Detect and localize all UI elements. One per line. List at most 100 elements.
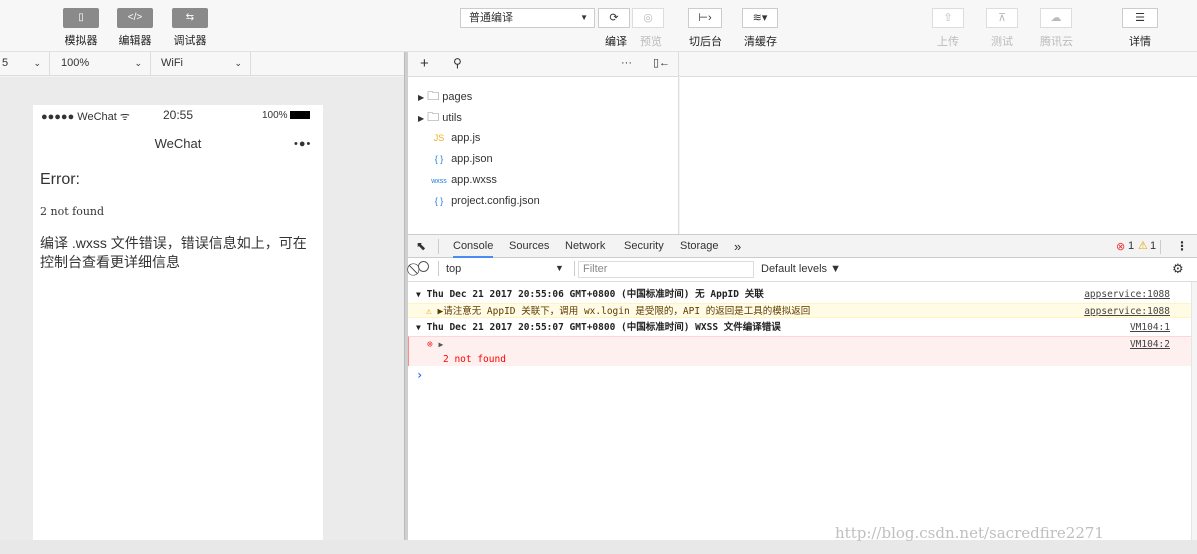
preview-label: 预览 [640, 36, 662, 48]
scrollbar[interactable] [1191, 282, 1197, 540]
switch-background-icon: ⊢› [698, 12, 712, 24]
simulator-label: 模拟器 [64, 35, 98, 47]
console-group-2[interactable]: ▼ Thu Dec 21 2017 20:55:07 GMT+0800 (中国标… [408, 320, 1192, 335]
collapse-panel-icon[interactable]: ▯← [653, 56, 670, 69]
error-code: 2 not found [40, 205, 105, 218]
tab-storage[interactable]: Storage [680, 235, 719, 258]
file-app-js[interactable]: JS app.js [430, 128, 481, 148]
console-group-1[interactable]: ▼ Thu Dec 21 2017 20:55:06 GMT+0800 (中国标… [408, 287, 1192, 302]
error-count[interactable]: 1 [1128, 240, 1134, 252]
caret-right-icon: ▶ [418, 93, 425, 102]
more-icon[interactable]: ··· [621, 57, 632, 69]
json-file-icon: { } [434, 154, 444, 164]
wifi-icon: ᯤ [119, 111, 130, 123]
eye-icon: ◎ [643, 12, 653, 24]
upload-icon: ⇧ [943, 12, 953, 24]
device-select[interactable]: 5 ⌄ [0, 52, 50, 75]
source-link[interactable]: appservice:1088 [1084, 287, 1170, 302]
console-error[interactable]: ⊗ ▶ 2 not found VM104:2 [408, 336, 1192, 366]
caret-down-icon[interactable]: ▼ [555, 263, 564, 273]
background-button[interactable]: ⊢› [688, 8, 722, 28]
tab-console[interactable]: Console [453, 235, 494, 258]
simulator-button[interactable]: ▯ 模拟器 [56, 8, 106, 48]
phone-screen: ●●●●● WeChat ᯤ 20:55 100% WeChat •●• Err… [33, 105, 323, 540]
source-link[interactable]: appservice:1088 [1084, 304, 1170, 319]
tab-network[interactable]: Network [565, 235, 605, 258]
error-icon: ⊗ [427, 339, 433, 350]
add-icon[interactable]: + [420, 55, 429, 72]
simulator-area: ●●●●● WeChat ᯤ 20:55 100% WeChat •●• Err… [0, 77, 404, 540]
chevron-down-icon: ⌄ [234, 58, 242, 68]
error-message: 编译 .wxss 文件错误，错误信息如上，可在控制台查看更详细信息 [40, 235, 307, 270]
wxss-file-icon: wxss [431, 178, 447, 185]
source-link[interactable]: VM104:1 [1130, 320, 1170, 335]
details-label: 详情 [1129, 36, 1151, 48]
flask-icon: ⊼ [997, 12, 1007, 24]
group-title: Thu Dec 21 2017 20:55:07 GMT+0800 (中国标准时… [426, 322, 781, 333]
search-icon[interactable]: ⚲ [453, 56, 462, 70]
tab-sources[interactable]: Sources [509, 235, 549, 258]
file-app-json[interactable]: { } app.json [430, 149, 493, 169]
block-icon[interactable] [418, 261, 429, 272]
gear-icon[interactable]: ⚙ [1172, 261, 1184, 277]
zoom-select[interactable]: 100% ⌄ [50, 52, 151, 75]
details-button[interactable]: ☰ [1122, 8, 1158, 28]
error-count-icon: ⊗ [1116, 241, 1126, 253]
devtools-tabbar: ⬉ Console Sources Network Security Stora… [408, 234, 1197, 258]
divider [1160, 240, 1161, 254]
error-text: 2 not found [443, 354, 506, 365]
chevron-down-icon: ▼ [580, 13, 588, 22]
compile-button[interactable]: ⟳ [598, 8, 630, 28]
file-app-wxss[interactable]: wxss app.wxss [430, 170, 497, 190]
folder-pages[interactable]: ▶ 🗀 pages [418, 86, 472, 106]
status-carrier: ●●●●● WeChat ᯤ [41, 109, 130, 124]
more-tabs-icon[interactable]: » [734, 235, 741, 258]
tencent-cloud-button[interactable]: ☁ [1040, 8, 1072, 28]
editor-button[interactable]: </> 编辑器 [110, 8, 160, 48]
file-name: utils [442, 112, 462, 124]
inspect-icon[interactable]: ⬉ [416, 239, 426, 253]
caret-down-icon: ▼ [416, 290, 421, 299]
source-link[interactable]: VM104:2 [1130, 337, 1170, 352]
menu-icon: ☰ [1135, 12, 1145, 24]
warning-count[interactable]: 1 [1150, 240, 1156, 252]
expand-icon[interactable]: ▶ [438, 340, 443, 349]
filter-input[interactable]: Filter [578, 261, 754, 278]
compile-mode-value: 普通编译 [469, 12, 513, 24]
nav-title: WeChat [154, 136, 202, 151]
compile-mode-select[interactable]: 普通编译 ▼ [460, 8, 595, 28]
editor-tab-bar [680, 52, 1197, 77]
caret-right-icon: ▶ [418, 114, 425, 123]
debugger-button[interactable]: ⇆ 调试器 [165, 8, 215, 48]
chevron-down-icon: ⌄ [134, 58, 142, 68]
divider [438, 239, 439, 254]
clear-cache-button[interactable]: ≋▾ [742, 8, 778, 28]
upload-label: 上传 [937, 36, 959, 48]
tab-security[interactable]: Security [624, 235, 664, 258]
debugger-label: 调试器 [173, 35, 207, 47]
upload-button[interactable]: ⇧ [932, 8, 964, 28]
network-select[interactable]: WiFi ⌄ [151, 52, 251, 75]
debugger-icon: ⇆ [172, 8, 208, 28]
test-button[interactable]: ⊼ [986, 8, 1018, 28]
refresh-icon: ⟳ [609, 12, 619, 24]
menu-dots-icon[interactable]: •●• [294, 138, 311, 150]
divider [438, 261, 439, 276]
folder-utils[interactable]: ▶ 🗀 utils [418, 107, 462, 127]
preview-button[interactable]: ◎ [632, 8, 664, 28]
levels-select[interactable]: Default levels ▼ [761, 263, 841, 275]
file-name: app.js [451, 132, 481, 144]
console-warning[interactable]: ⚠ ▶请注意无 AppID 关联下，调用 wx.login 是受限的，API 的… [408, 303, 1192, 318]
tencent-cloud-label: 腾讯云 [1040, 36, 1073, 48]
file-project-config[interactable]: { } project.config.json [430, 191, 540, 211]
context-select[interactable]: top [446, 263, 461, 275]
chevron-down-icon: ⌄ [33, 58, 41, 68]
console-prompt[interactable]: › [416, 368, 423, 382]
carrier-text: ●●●●● WeChat [41, 111, 117, 123]
js-file-icon: JS [433, 133, 445, 143]
battery-text: 100% [262, 110, 288, 121]
filter-placeholder: Filter [583, 263, 608, 275]
kebab-menu-icon[interactable]: ⋮ [1176, 239, 1188, 253]
console-filter-bar: ⃠ top ▼ Filter Default levels ▼ ⚙ [408, 258, 1197, 282]
divider [574, 261, 575, 276]
